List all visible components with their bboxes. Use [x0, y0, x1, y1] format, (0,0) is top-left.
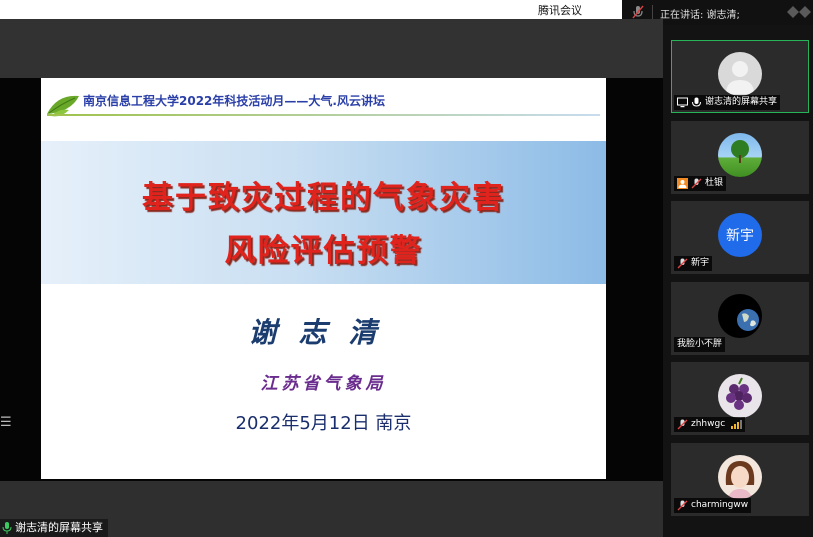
participant-name: 谢志清的屏幕共享 — [705, 97, 778, 107]
participant-name-row: zhhwgc — [674, 417, 746, 432]
participant-name: charmingww — [691, 500, 749, 510]
participant-tile[interactable]: 我脸小不胖 — [671, 282, 809, 355]
slide-title-line1: 基于致灾过程的气象灾害 — [142, 180, 505, 216]
participant-name-row: charmingww — [674, 498, 752, 513]
default-avatar — [718, 52, 762, 96]
share-top-band — [0, 19, 663, 78]
header-underline — [47, 114, 600, 116]
network-status-icon[interactable] — [786, 5, 812, 19]
presentation-slide: 南京信息工程大学2022年科技活动月——大气.风云讲坛 基于致灾过程的气象灾害 … — [41, 78, 606, 479]
grape-icon — [726, 377, 752, 410]
sharer-label: 谢志清的屏幕共享 — [0, 519, 108, 537]
participant-name-row: 谢志清的屏幕共享 — [674, 95, 781, 110]
participant-name: zhhwgc — [691, 419, 726, 429]
slide-organization: 江苏省气象局 — [260, 374, 387, 394]
muted-mic-icon — [677, 500, 688, 511]
participant-name-row: 杜银 — [674, 176, 727, 191]
grape-avatar — [718, 374, 762, 418]
muted-mic-icon — [677, 258, 688, 269]
muted-mic-icon — [632, 5, 644, 19]
person-portrait-icon — [725, 461, 755, 499]
mic-icon — [2, 522, 12, 534]
signal-bars-icon — [731, 420, 743, 429]
title-bar: 腾讯会议 — [0, 0, 622, 19]
participant-tile[interactable]: 谢志清的屏幕共享 — [671, 40, 809, 113]
speaking-label: 正在讲话: 谢志清; — [660, 10, 740, 21]
slide-author: 谢志清 — [248, 316, 399, 349]
earth-avatar — [718, 294, 762, 338]
text-avatar: 新宇 — [718, 213, 762, 257]
slide-date-place: 2022年5月12日 南京 — [235, 413, 412, 434]
screen-share-icon — [677, 97, 688, 108]
participant-tile[interactable]: zhhwgc — [671, 362, 809, 435]
participant-name: 我脸小不胖 — [677, 339, 723, 349]
portrait-avatar — [718, 455, 762, 499]
divider — [652, 5, 653, 19]
slide-title-line2: 风险评估预警 — [224, 233, 423, 269]
participant-tile[interactable]: charmingww — [671, 443, 809, 516]
participant-tile[interactable]: 新宇 新宇 — [671, 201, 809, 274]
earth-icon — [737, 309, 759, 331]
participant-name: 新宇 — [691, 258, 710, 268]
slide-header: 南京信息工程大学2022年科技活动月——大气.风云讲坛 — [83, 94, 385, 108]
tree-icon — [731, 140, 749, 163]
app-title: 腾讯会议 — [538, 4, 582, 17]
participant-tile[interactable]: 杜银 — [671, 121, 809, 194]
participant-name: 杜银 — [705, 178, 724, 188]
person-silhouette-icon — [726, 61, 754, 94]
mic-icon — [692, 97, 701, 107]
participant-name-row: 新宇 — [674, 256, 713, 271]
menu-icon[interactable]: ☰ — [0, 415, 12, 430]
avatar-text: 新宇 — [726, 228, 754, 244]
muted-mic-icon — [677, 419, 688, 430]
meeting-window: 腾讯会议 正在讲话: 谢志清; ☰ 南京信息工程大学2022年科技活动月——大气… — [0, 0, 813, 537]
muted-mic-icon — [691, 178, 702, 189]
participant-name-row: 我脸小不胖 — [674, 337, 726, 352]
sharer-label-text: 谢志清的屏幕共享 — [15, 521, 103, 534]
landscape-avatar — [718, 133, 762, 177]
user-icon — [677, 178, 688, 189]
